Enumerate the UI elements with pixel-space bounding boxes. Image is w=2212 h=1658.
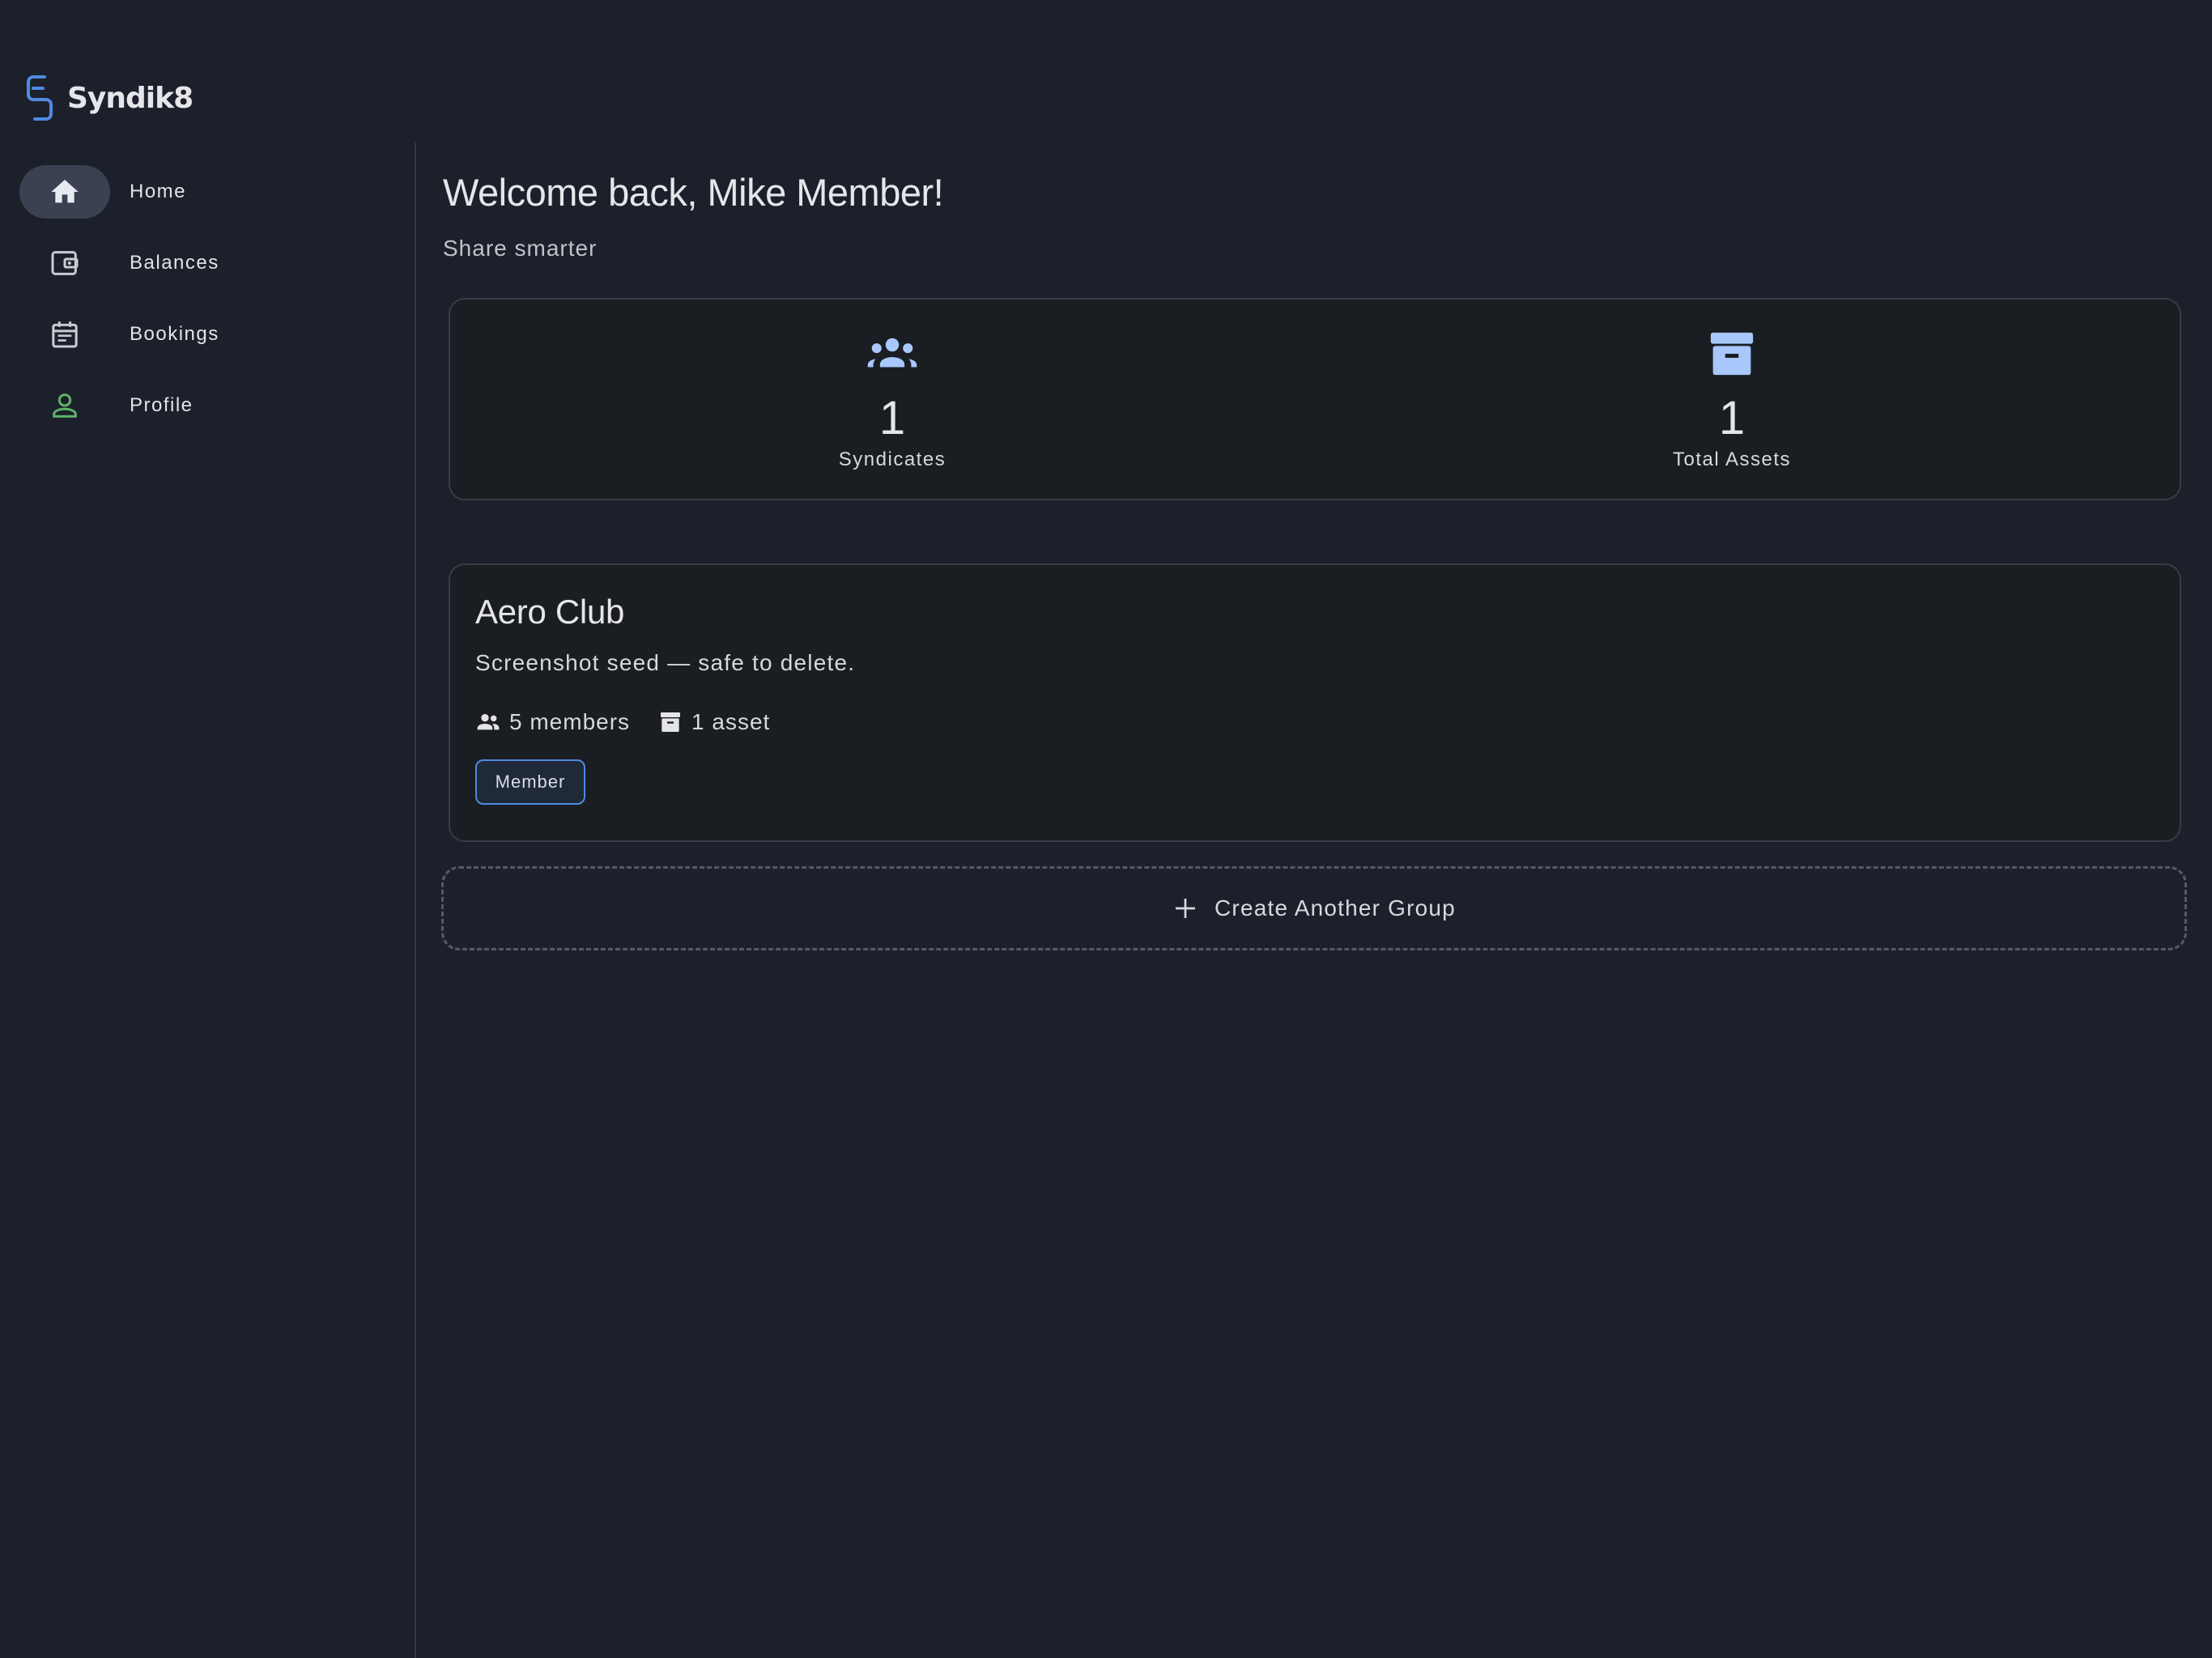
plus-icon	[1176, 899, 1196, 918]
sidebar-item-home[interactable]: Home	[0, 165, 415, 219]
stat-value: 1	[1718, 392, 1746, 444]
sidebar-item-label: Bookings	[130, 323, 219, 345]
group-description: Screenshot seed — safe to delete.	[475, 650, 856, 675]
create-group-label: Create Another Group	[1214, 895, 1456, 920]
people-icon	[477, 714, 500, 730]
page-subtitle: Share smarter	[443, 236, 598, 261]
archive-box-icon	[1710, 332, 1754, 376]
nav-icon-container	[19, 236, 110, 290]
nav-icon-container	[19, 379, 110, 432]
groups-icon	[867, 338, 917, 368]
stat-total-assets: 1 Total Assets	[1570, 300, 1894, 499]
sidebar-item-label: Balances	[130, 252, 219, 274]
nav-icon-container	[19, 308, 110, 361]
sidebar-item-balances[interactable]: Balances	[0, 236, 415, 290]
sidebar: Home Balances Bookings Profile	[0, 142, 416, 1658]
page-title: Welcome back, Mike Member!	[443, 171, 944, 214]
sidebar-item-label: Profile	[130, 394, 194, 416]
brand[interactable]: Syndik8	[25, 73, 194, 123]
create-group-button[interactable]: Create Another Group	[441, 866, 2187, 950]
sidebar-item-bookings[interactable]: Bookings	[0, 308, 415, 361]
assets-count: 1 asset	[657, 709, 770, 735]
person-icon	[53, 393, 77, 418]
sidebar-item-profile[interactable]: Profile	[0, 379, 415, 432]
members-count: 5 members	[475, 709, 630, 735]
archive-icon	[661, 712, 681, 732]
stats-card: 1 Syndicates 1 Total Assets	[449, 298, 2181, 500]
nav-icon-container	[19, 165, 110, 219]
home-icon	[51, 180, 79, 203]
stat-value: 1	[878, 392, 906, 444]
brand-name: Syndik8	[67, 81, 194, 115]
stat-syndicates: 1 Syndicates	[730, 300, 1054, 499]
assets-text: 1 asset	[691, 709, 771, 734]
calendar-icon	[52, 321, 78, 348]
role-chip[interactable]: Member	[475, 759, 585, 805]
group-card[interactable]: Aero Club Screenshot seed — safe to dele…	[449, 563, 2181, 842]
app-root: Syndik8 Home Balances Bookings Profile W…	[0, 0, 2212, 1658]
chain-link-logo-icon	[27, 75, 53, 121]
stat-label: Syndicates	[838, 449, 946, 470]
sidebar-item-label: Home	[130, 181, 187, 202]
wallet-icon	[51, 251, 79, 275]
members-text: 5 members	[509, 709, 631, 734]
group-meta: 5 members 1 asset	[475, 706, 798, 738]
stat-label: Total Assets	[1672, 449, 1792, 470]
group-title: Aero Club	[475, 593, 625, 631]
